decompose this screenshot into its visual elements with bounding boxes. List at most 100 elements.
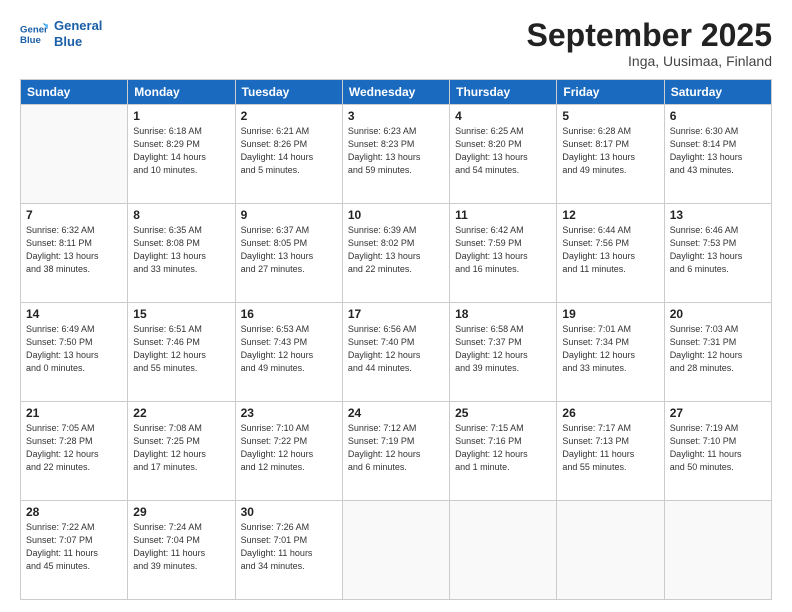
day-number: 14	[26, 307, 122, 321]
calendar-cell: 2Sunrise: 6:21 AM Sunset: 8:26 PM Daylig…	[235, 105, 342, 204]
week-row: 21 Sunrise: 7:05 AM Sunset: 7:28 PM Dayli…	[21, 402, 772, 501]
day-number: 15	[133, 307, 229, 321]
day-number: 7	[26, 208, 122, 222]
calendar-cell: 20Sunrise: 7:03 AM Sunset: 7:31 PM Dayli…	[664, 303, 771, 402]
day-number: 20	[670, 307, 766, 321]
day-number: 12	[562, 208, 658, 222]
day-number: 26	[562, 406, 658, 420]
day-number: 25	[455, 406, 551, 420]
calendar-cell: 14 Sunrise: 6:49 AM Sunset: 7:50 PM Dayli…	[21, 303, 128, 402]
day-detail: Sunrise: 6:42 AM Sunset: 7:59 PM Dayligh…	[455, 224, 551, 276]
day-detail: Sunrise: 7:19 AM Sunset: 7:10 PM Dayligh…	[670, 422, 766, 474]
day-detail: Sunrise: 7:26 AM Sunset: 7:01 PM Dayligh…	[241, 521, 337, 573]
logo-icon: General Blue	[20, 20, 48, 48]
day-detail: Sunrise: 7:22 AM Sunset: 7:07 PM Dayligh…	[26, 521, 122, 573]
calendar-body: 1 Sunrise: 6:18 AM Sunset: 8:29 PM Daylig…	[21, 105, 772, 600]
weekday-header-cell: Monday	[128, 80, 235, 105]
day-detail: Sunrise: 7:01 AM Sunset: 7:34 PM Dayligh…	[562, 323, 658, 375]
weekday-header-cell: Thursday	[450, 80, 557, 105]
logo-line1: General	[54, 18, 102, 34]
calendar-cell: 25 Sunrise: 7:15 AM Sunset: 7:16 PM Dayli…	[450, 402, 557, 501]
calendar-cell: 21 Sunrise: 7:05 AM Sunset: 7:28 PM Dayli…	[21, 402, 128, 501]
week-row: 28 Sunrise: 7:22 AM Sunset: 7:07 PM Dayli…	[21, 501, 772, 600]
calendar-cell	[557, 501, 664, 600]
calendar-cell: 12 Sunrise: 6:44 AM Sunset: 7:56 PM Dayli…	[557, 204, 664, 303]
calendar-cell: 4 Sunrise: 6:25 AM Sunset: 8:20 PM Daylig…	[450, 105, 557, 204]
day-number: 2	[241, 109, 337, 123]
day-detail: Sunrise: 6:18 AM Sunset: 8:29 PM Dayligh…	[133, 125, 229, 177]
day-detail: Sunrise: 6:49 AM Sunset: 7:50 PM Dayligh…	[26, 323, 122, 375]
weekday-header-cell: Wednesday	[342, 80, 449, 105]
day-number: 10	[348, 208, 444, 222]
day-number: 6	[670, 109, 766, 123]
day-number: 27	[670, 406, 766, 420]
weekday-header-cell: Sunday	[21, 80, 128, 105]
calendar-cell: 16Sunrise: 6:53 AM Sunset: 7:43 PM Dayli…	[235, 303, 342, 402]
day-detail: Sunrise: 6:32 AM Sunset: 8:11 PM Dayligh…	[26, 224, 122, 276]
calendar-cell	[342, 501, 449, 600]
calendar-cell: 17 Sunrise: 6:56 AM Sunset: 7:40 PM Dayli…	[342, 303, 449, 402]
day-number: 30	[241, 505, 337, 519]
day-detail: Sunrise: 6:44 AM Sunset: 7:56 PM Dayligh…	[562, 224, 658, 276]
day-detail: Sunrise: 7:15 AM Sunset: 7:16 PM Dayligh…	[455, 422, 551, 474]
day-detail: Sunrise: 6:25 AM Sunset: 8:20 PM Dayligh…	[455, 125, 551, 177]
day-detail: Sunrise: 6:35 AM Sunset: 8:08 PM Dayligh…	[133, 224, 229, 276]
calendar-cell: 13Sunrise: 6:46 AM Sunset: 7:53 PM Dayli…	[664, 204, 771, 303]
calendar-cell: 7 Sunrise: 6:32 AM Sunset: 8:11 PM Daylig…	[21, 204, 128, 303]
day-detail: Sunrise: 6:39 AM Sunset: 8:02 PM Dayligh…	[348, 224, 444, 276]
subtitle: Inga, Uusimaa, Finland	[527, 53, 772, 69]
calendar-cell	[664, 501, 771, 600]
day-number: 29	[133, 505, 229, 519]
calendar-cell: 19 Sunrise: 7:01 AM Sunset: 7:34 PM Dayli…	[557, 303, 664, 402]
day-detail: Sunrise: 7:08 AM Sunset: 7:25 PM Dayligh…	[133, 422, 229, 474]
day-number: 23	[241, 406, 337, 420]
week-row: 1 Sunrise: 6:18 AM Sunset: 8:29 PM Daylig…	[21, 105, 772, 204]
day-detail: Sunrise: 7:24 AM Sunset: 7:04 PM Dayligh…	[133, 521, 229, 573]
day-detail: Sunrise: 6:46 AM Sunset: 7:53 PM Dayligh…	[670, 224, 766, 276]
weekday-header-cell: Tuesday	[235, 80, 342, 105]
calendar-cell	[450, 501, 557, 600]
calendar-cell: 6Sunrise: 6:30 AM Sunset: 8:14 PM Daylig…	[664, 105, 771, 204]
day-number: 28	[26, 505, 122, 519]
day-detail: Sunrise: 6:58 AM Sunset: 7:37 PM Dayligh…	[455, 323, 551, 375]
day-number: 22	[133, 406, 229, 420]
svg-text:Blue: Blue	[20, 34, 41, 45]
day-number: 1	[133, 109, 229, 123]
calendar: SundayMondayTuesdayWednesdayThursdayFrid…	[20, 79, 772, 600]
calendar-cell: 22 Sunrise: 7:08 AM Sunset: 7:25 PM Dayli…	[128, 402, 235, 501]
weekday-header-cell: Friday	[557, 80, 664, 105]
day-detail: Sunrise: 7:17 AM Sunset: 7:13 PM Dayligh…	[562, 422, 658, 474]
calendar-cell: 27 Sunrise: 7:19 AM Sunset: 7:10 PM Dayli…	[664, 402, 771, 501]
day-number: 9	[241, 208, 337, 222]
calendar-cell: 10 Sunrise: 6:39 AM Sunset: 8:02 PM Dayli…	[342, 204, 449, 303]
calendar-cell: 30 Sunrise: 7:26 AM Sunset: 7:01 PM Dayli…	[235, 501, 342, 600]
day-number: 19	[562, 307, 658, 321]
day-number: 5	[562, 109, 658, 123]
logo: General Blue General Blue	[20, 18, 102, 49]
day-detail: Sunrise: 7:05 AM Sunset: 7:28 PM Dayligh…	[26, 422, 122, 474]
week-row: 14 Sunrise: 6:49 AM Sunset: 7:50 PM Dayli…	[21, 303, 772, 402]
day-number: 17	[348, 307, 444, 321]
calendar-cell	[21, 105, 128, 204]
day-number: 21	[26, 406, 122, 420]
day-detail: Sunrise: 7:12 AM Sunset: 7:19 PM Dayligh…	[348, 422, 444, 474]
calendar-cell: 15Sunrise: 6:51 AM Sunset: 7:46 PM Dayli…	[128, 303, 235, 402]
day-number: 11	[455, 208, 551, 222]
calendar-cell: 23 Sunrise: 7:10 AM Sunset: 7:22 PM Dayli…	[235, 402, 342, 501]
calendar-cell: 1 Sunrise: 6:18 AM Sunset: 8:29 PM Daylig…	[128, 105, 235, 204]
calendar-cell: 9 Sunrise: 6:37 AM Sunset: 8:05 PM Daylig…	[235, 204, 342, 303]
calendar-cell: 8Sunrise: 6:35 AM Sunset: 8:08 PM Daylig…	[128, 204, 235, 303]
day-number: 18	[455, 307, 551, 321]
header: General Blue General Blue September 2025…	[20, 18, 772, 69]
day-detail: Sunrise: 6:37 AM Sunset: 8:05 PM Dayligh…	[241, 224, 337, 276]
calendar-cell: 18 Sunrise: 6:58 AM Sunset: 7:37 PM Dayli…	[450, 303, 557, 402]
calendar-cell: 11 Sunrise: 6:42 AM Sunset: 7:59 PM Dayli…	[450, 204, 557, 303]
calendar-cell: 3Sunrise: 6:23 AM Sunset: 8:23 PM Daylig…	[342, 105, 449, 204]
logo-line2: Blue	[54, 34, 102, 50]
day-detail: Sunrise: 6:53 AM Sunset: 7:43 PM Dayligh…	[241, 323, 337, 375]
day-number: 4	[455, 109, 551, 123]
calendar-cell: 28 Sunrise: 7:22 AM Sunset: 7:07 PM Dayli…	[21, 501, 128, 600]
day-detail: Sunrise: 6:56 AM Sunset: 7:40 PM Dayligh…	[348, 323, 444, 375]
day-detail: Sunrise: 7:10 AM Sunset: 7:22 PM Dayligh…	[241, 422, 337, 474]
day-detail: Sunrise: 6:28 AM Sunset: 8:17 PM Dayligh…	[562, 125, 658, 177]
